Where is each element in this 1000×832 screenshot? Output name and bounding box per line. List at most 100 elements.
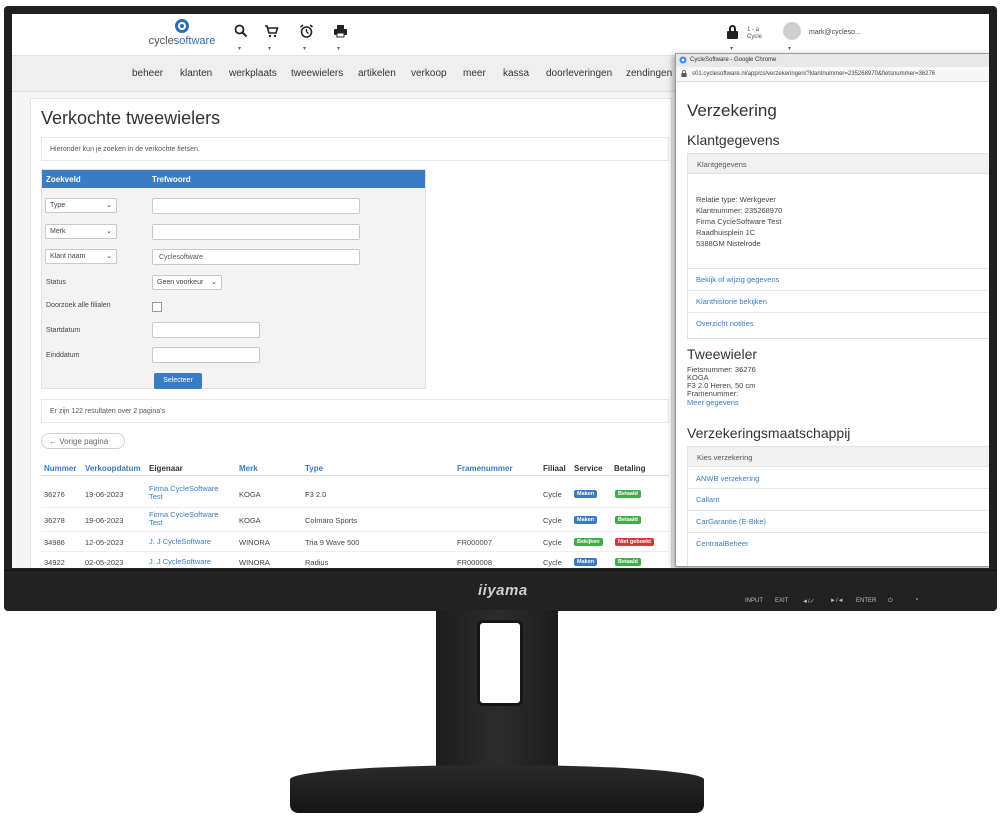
- cyclesoftware-logo[interactable]: cyclesoftware: [142, 19, 222, 47]
- insurer-centraalbeheer[interactable]: CentraalBeheer: [696, 539, 749, 548]
- search-field-select-2[interactable]: Merk ⌄: [45, 224, 117, 239]
- search-icon[interactable]: [234, 24, 248, 42]
- start-date-input[interactable]: [152, 322, 260, 338]
- insurer-cargarantie[interactable]: CarGarantie (E-Bike): [696, 517, 766, 526]
- table-row-4-nummer: 34922: [44, 558, 65, 567]
- start-date-label: Startdatum: [46, 327, 81, 334]
- table-row-4-merk: WINORA: [239, 558, 270, 567]
- nav-item-verkoop[interactable]: verkoop: [411, 68, 447, 79]
- table-row-4-betaling-badge[interactable]: Betaald: [615, 558, 641, 566]
- popup-title: Verzekering: [687, 101, 777, 120]
- insurer-callant[interactable]: Callant: [696, 495, 719, 504]
- user-name[interactable]: mark@cycleso...: [809, 29, 861, 36]
- table-row-3-betaling-badge[interactable]: Niet geboekt: [615, 538, 655, 546]
- top-bar: cyclesoftware ▾ ▾ ▾ ▾ ▾ 1 - a Cycle ▾ ma…: [12, 14, 989, 56]
- table-row-4-frame: FR000008: [457, 558, 493, 567]
- th-service: Service: [574, 464, 603, 473]
- search-field-select-1[interactable]: Type ⌄: [45, 198, 117, 213]
- customer-street: Raadhuisplein 1C: [696, 228, 756, 237]
- alarm-clock-icon[interactable]: [299, 24, 314, 43]
- nav-item-beheer[interactable]: beheer: [132, 68, 163, 79]
- table-row-3-eigenaar[interactable]: J. J CycleSoftware: [149, 538, 211, 546]
- divider: [687, 268, 989, 269]
- nav-item-tweewielers[interactable]: tweewielers: [291, 68, 343, 79]
- avatar-caret-icon: ▾: [788, 46, 792, 52]
- search-term-input-1[interactable]: [152, 198, 360, 214]
- chevron-down-icon: ⌄: [211, 279, 217, 286]
- table-row-4-eigenaar[interactable]: J. J CycleSoftware: [149, 558, 211, 566]
- th-betaling: Betaling: [614, 464, 646, 473]
- osd-input-label: INPUT: [745, 598, 763, 604]
- end-date-label: Einddatum: [46, 352, 80, 359]
- divider: [687, 312, 989, 313]
- cart-caret-icon: ▾: [268, 46, 272, 52]
- table-row-4-filiaal: Cycle: [543, 558, 562, 567]
- insurer-heading: Verzekeringsmaatschappij: [687, 425, 851, 441]
- table-row-2-nummer: 36278: [44, 516, 65, 525]
- table-row-3-service-badge[interactable]: Bekijken: [574, 538, 603, 546]
- table-row-2-eigenaar[interactable]: Firma CycleSoftware Test: [149, 511, 219, 527]
- all-branches-checkbox[interactable]: [152, 302, 162, 312]
- status-select[interactable]: Geen voorkeur ⌄: [152, 275, 222, 290]
- previous-page-button[interactable]: ← Vorige pagina: [41, 433, 125, 449]
- table-row-2-type: Colmaro Sports: [305, 516, 358, 525]
- main-content: Verkochte tweewielers Hieronder kun je z…: [30, 98, 672, 568]
- notes-overview-link[interactable]: Overzicht notities: [696, 319, 754, 328]
- table-row-1-service-badge[interactable]: Maken: [574, 490, 598, 498]
- col-trefwoord: Trefwoord: [152, 175, 191, 184]
- table-header-divider: [41, 475, 669, 476]
- table-row-1-type: F3 2.0: [305, 490, 327, 499]
- search-term-input-3[interactable]: Cyclesoftware: [152, 249, 360, 265]
- popup-window-title: CycleSoftware - Google Chrome: [690, 57, 777, 63]
- results-count: Er zijn 122 resultaten over 2 pagina's: [41, 399, 669, 423]
- table-row-2-service-badge[interactable]: Maken: [574, 516, 598, 524]
- monitor-brand-logo: iiyama: [478, 582, 528, 599]
- tweewieler-heading: Tweewieler: [687, 346, 758, 362]
- table-row-1-betaling-badge[interactable]: Betaald: [615, 490, 641, 498]
- th-framenummer[interactable]: Framenummer: [457, 464, 513, 473]
- logo-text-software: software: [173, 35, 216, 47]
- search-term-input-2[interactable]: [152, 224, 360, 240]
- insurer-anwb[interactable]: ANWB verzekering: [696, 474, 759, 483]
- nav-item-kassa[interactable]: kassa: [503, 68, 529, 79]
- all-branches-label: Doorzoek alle filialen: [46, 302, 111, 309]
- bike-frame-number: Framenummer:: [687, 389, 739, 398]
- nav-item-klanten[interactable]: klanten: [180, 68, 212, 79]
- relation-type: Relatie type: Werkgever: [696, 195, 776, 204]
- nav-item-doorleveringen[interactable]: doorleveringen: [546, 68, 612, 79]
- chrome-logo-icon: [679, 56, 687, 66]
- th-type[interactable]: Type: [305, 464, 323, 473]
- nav-item-meer[interactable]: meer: [463, 68, 486, 79]
- nav-item-artikelen[interactable]: artikelen: [358, 68, 396, 79]
- th-nummer[interactable]: Nummer: [44, 464, 76, 473]
- status-label: Status: [46, 279, 66, 286]
- osd-enter-label: ENTER: [856, 598, 877, 604]
- more-details-link[interactable]: Meer gegevens: [687, 399, 739, 407]
- customer-history-link[interactable]: Klanthistorie bekijken: [696, 297, 767, 306]
- divider: [687, 290, 989, 291]
- nav-item-zendingen[interactable]: zendingen: [626, 68, 672, 79]
- table-row-2-betaling-badge[interactable]: Betaald: [615, 516, 641, 524]
- osd-exit-label: EXIT: [775, 598, 789, 604]
- avatar[interactable]: [783, 22, 801, 40]
- nav-item-werkplaats[interactable]: werkplaats: [229, 68, 277, 79]
- lock-icon[interactable]: [727, 25, 740, 39]
- th-verkoopdatum[interactable]: Verkoopdatum: [85, 464, 141, 473]
- table-row-1-eigenaar[interactable]: Firma CycleSoftware Test: [149, 485, 219, 501]
- th-merk[interactable]: Merk: [239, 464, 258, 473]
- osd-power-icon: ⏻: [888, 598, 893, 604]
- search-caret-icon: ▾: [238, 46, 242, 52]
- end-date-input[interactable]: [152, 347, 260, 363]
- customer-number: Klantnummer: 235268970: [696, 206, 783, 215]
- info-text: Hieronder kun je zoeken in de verkochte …: [41, 137, 669, 161]
- cart-icon[interactable]: [264, 24, 279, 42]
- printer-icon[interactable]: [333, 24, 348, 42]
- popup-address-bar[interactable]: s01.cyclesoftware.nl/app/cs/verzekeringe…: [676, 67, 989, 82]
- table-row-3-nummer: 34986: [44, 538, 65, 547]
- table-row-4-service-badge[interactable]: Maken: [574, 558, 598, 566]
- logo-icon: [175, 19, 189, 33]
- search-field-select-3[interactable]: Klant naam ⌄: [45, 249, 117, 264]
- edit-customer-link[interactable]: Bekijk of wijzig gegevens: [696, 275, 779, 284]
- logo-text-cycle: cycle: [148, 35, 174, 47]
- select-button[interactable]: Selecteer: [154, 373, 202, 389]
